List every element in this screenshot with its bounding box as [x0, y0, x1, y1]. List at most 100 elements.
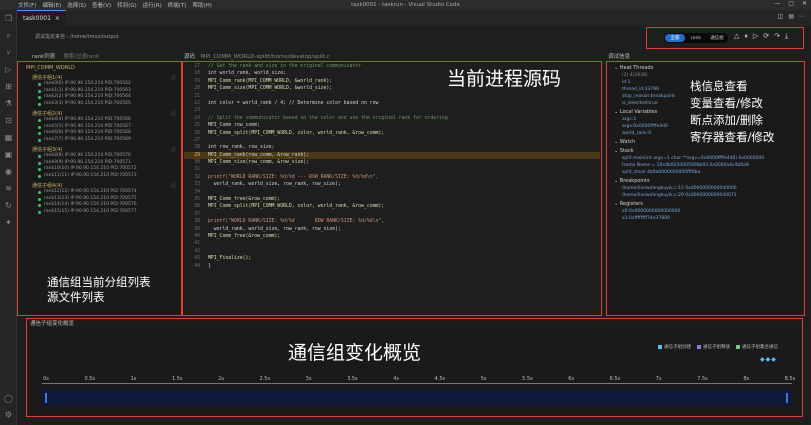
time-tick-label: 0s	[43, 376, 49, 382]
legend-label: 通信子组释放	[703, 345, 730, 350]
warning-icon[interactable]: △	[734, 32, 739, 41]
menu-item[interactable]: 编辑(E)	[42, 1, 61, 9]
step-over-icon[interactable]: ↷	[774, 32, 780, 41]
tab-label: task0001	[23, 15, 51, 22]
continue-icon[interactable]: ▷	[753, 32, 758, 41]
step-into-icon[interactable]: ⤓	[785, 32, 788, 41]
connection-info: 调试指定来自 - /home/tmux/output	[35, 34, 119, 40]
title-bar: 文件(F) 编辑(E) 选择(S) 查看(V) 转到(G) 运行(R) 终端(T) 帮助(H)…	[0, 0, 811, 10]
time-tick-label: 6.5s	[609, 376, 621, 382]
refresh-icon[interactable]: ↻	[0, 197, 17, 214]
time-tick-label: 2s	[218, 376, 224, 382]
time-tick-label: 6s	[568, 376, 575, 382]
minimize-icon[interactable]: —	[774, 0, 780, 7]
debug-controls: △ ⏸ ▷ ⟳ ↷ ⤓	[734, 32, 788, 41]
annotation-debug: 栈信息查看 变量查看/修改 断点添加/删除 寄存器查看/修改	[690, 78, 774, 146]
extensions-icon[interactable]: ⊞	[0, 78, 17, 95]
rank-search-input[interactable]: 搜索/过滤rank	[63, 54, 99, 60]
pause-icon[interactable]: ⏸	[744, 32, 748, 41]
docker-icon[interactable]: ▣	[0, 146, 17, 163]
window-controls: — ▢ ✕	[774, 0, 807, 7]
menu-item[interactable]: 转到(G)	[117, 1, 137, 9]
code-panel-highlight-box	[182, 61, 602, 316]
editor-tab-bar: task0001 × ◫ ▤ ⋯	[17, 10, 811, 26]
annotation-overview: 通信组变化概览	[288, 342, 422, 364]
time-axis: 0s 0.5s 1s 1.5s 2s 2.5s 3s 3.5s 4s 4.5s 5s 5.5s 6s 6.…	[43, 376, 795, 386]
mode-tab[interactable]: 通信组	[707, 34, 727, 42]
timeline-end-marker[interactable]	[786, 393, 788, 403]
tab-task0001[interactable]: task0001 ×	[17, 10, 66, 26]
menu-bar: 文件(F) 编辑(E) 选择(S) 查看(V) 转到(G) 运行(R) 终端(T) 帮助(H)	[0, 1, 212, 9]
account-icon[interactable]: ◯	[0, 390, 17, 407]
split-editor-icon[interactable]: ◫	[778, 13, 784, 20]
menu-item[interactable]: 帮助(H)	[192, 1, 211, 9]
gear-icon[interactable]: ⚙	[0, 406, 17, 423]
grid-icon[interactable]: ▦	[0, 129, 17, 146]
annotation-debug-line: 断点添加/删除	[690, 113, 763, 127]
menu-item[interactable]: 运行(R)	[143, 1, 162, 9]
menu-item[interactable]: 选择(S)	[67, 1, 86, 9]
legend-label: 通信子组集合通信	[742, 345, 778, 350]
maximize-icon[interactable]: ▢	[788, 0, 794, 7]
debug-header: 调试信息	[608, 54, 631, 60]
annotation-rank-line: 源文件列表	[47, 290, 105, 304]
tab-close-icon[interactable]: ×	[55, 15, 60, 22]
time-tick-label: 8s	[743, 376, 750, 382]
source-control-icon[interactable]: ⑂	[0, 44, 17, 61]
restart-icon[interactable]: ⟳	[763, 32, 769, 41]
layout-icon[interactable]: ▤	[788, 13, 794, 20]
files-icon[interactable]: ❐	[0, 10, 17, 27]
time-tick-label: 2.5s	[259, 376, 271, 382]
timeline-start-marker[interactable]	[45, 393, 47, 403]
search-icon[interactable]: ⌕	[0, 27, 17, 44]
time-tick-label: 7s	[655, 376, 662, 382]
more-actions-icon[interactable]: ⋯	[799, 13, 805, 20]
time-tick-label: 7.5s	[697, 376, 708, 382]
remote-icon[interactable]: ⊡	[0, 112, 17, 129]
time-tick-label: 8.5s	[784, 376, 796, 382]
legend-swatch	[658, 344, 662, 349]
close-icon[interactable]: ✕	[802, 0, 807, 7]
source-path: MPI_COMM_WORLD-splitt/home/develop/split…	[200, 54, 330, 60]
legend-swatch	[697, 344, 701, 349]
legend-swatch	[736, 344, 740, 349]
time-tick-label: 4.5s	[434, 376, 446, 382]
time-tick-label: 4s	[393, 376, 400, 382]
mode-switch: 全部 rank 通信组	[664, 33, 728, 43]
annotation-rank: 通信组当前分组列表 源文件列表	[47, 275, 151, 305]
layers-icon[interactable]: ≋	[0, 180, 17, 197]
eye-icon[interactable]: ◉	[0, 163, 17, 180]
time-axis-line	[42, 383, 792, 384]
time-tick-label: 3s	[305, 376, 312, 382]
menu-item[interactable]: 查看(V)	[92, 1, 111, 9]
source-title: 源码	[184, 54, 196, 60]
time-tick-label: 1s	[130, 376, 137, 382]
legend-item: 通信子组创建	[658, 344, 691, 350]
activity-bar: ❐ ⌕ ⑂ ▷ ⊞ ⚗ ⊡ ▦ ▣ ◉ ≋ ↻ ✦ ◯ ⚙	[0, 10, 17, 425]
rank-list-title: rank列表	[32, 54, 56, 60]
menu-item[interactable]: 终端(T)	[168, 1, 187, 9]
time-tick-label: 0.5s	[84, 376, 96, 382]
legend-item: 通信子组集合通信	[736, 344, 778, 350]
editor-actions: ◫ ▤ ⋯	[778, 13, 805, 20]
flask-icon[interactable]: ⚗	[0, 95, 17, 112]
legend-item: 通信子组释放	[697, 344, 730, 350]
menu-item[interactable]: 文件(F)	[18, 1, 36, 9]
rank-list-header: rank列表 搜索/过滤rank	[32, 52, 99, 60]
legend-label: 通信子组创建	[664, 345, 691, 350]
annotation-debug-line: 栈信息查看	[690, 79, 748, 93]
event-markers: ◆◆◆	[760, 356, 777, 363]
time-tick-label: 5.5s	[522, 376, 533, 382]
annotation-rank-line: 通信组当前分组列表	[47, 275, 151, 289]
time-tick-label: 1.5s	[172, 376, 183, 382]
time-tick-label: 5s	[480, 376, 487, 382]
annotation-code: 当前进程源码	[447, 68, 562, 90]
sparkle-icon[interactable]: ✦	[0, 214, 17, 231]
annotation-debug-line: 寄存器查看/修改	[690, 130, 775, 144]
run-debug-icon[interactable]: ▷	[0, 61, 17, 78]
mode-tab[interactable]: 全部	[665, 34, 685, 42]
time-tick-label: 3.5s	[347, 376, 358, 382]
mode-tab[interactable]: rank	[686, 34, 706, 42]
timeline-bar[interactable]	[42, 390, 792, 406]
overview-legend: 通信子组创建 通信子组释放 通信子组集合通信	[658, 344, 778, 350]
